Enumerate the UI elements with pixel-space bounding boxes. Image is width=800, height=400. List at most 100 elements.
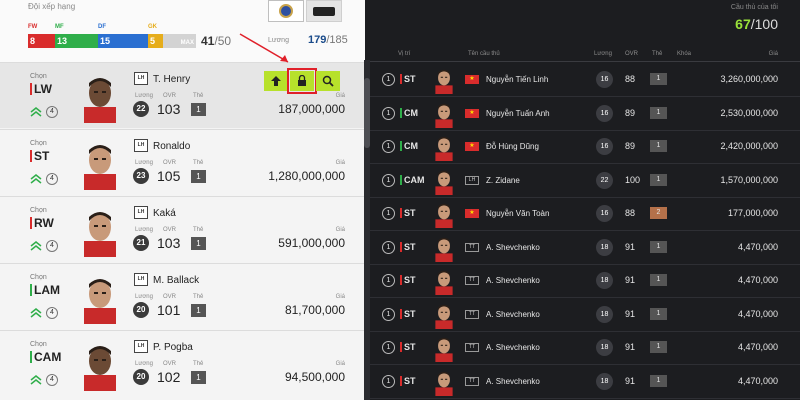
upgrade-level: 4 [46, 374, 58, 386]
table-row[interactable]: 1 CM ★ Nguyễn Tuấn Anh 16 89 1 2,530,000… [370, 97, 800, 131]
row-player-name: Nguyễn Tuấn Anh [486, 108, 550, 118]
position-bar: 8 13 15 5 MAX [28, 34, 196, 48]
player-photo [80, 138, 120, 190]
row-price: 3,260,000,000 [720, 74, 778, 84]
team-badges [268, 0, 342, 22]
row-player-name: A. Shevchenko [486, 276, 540, 285]
row-grade: 1 [650, 374, 667, 387]
row-position: ST [400, 342, 416, 352]
player-card[interactable]: Chọn LAM 4 LH M. Ballack Lương OVR Thẻ 2… [0, 263, 365, 329]
table-row[interactable]: 1 ST TT A. Shevchenko 18 91 1 4,470,000 [370, 365, 800, 399]
vietnam-flag-icon: ★ [465, 108, 479, 118]
player-grade: 1 [191, 304, 206, 317]
season-badge: TT [465, 242, 479, 252]
table-row[interactable]: 1 ST TT A. Shevchenko 18 91 1 4,470,000 [370, 331, 800, 365]
player-card[interactable]: Chọn ST 4 LH Ronaldo Lương OVR Thẻ 23 10… [0, 129, 365, 195]
grade-label: Thẻ [193, 160, 204, 166]
salary-value: 179/185 [308, 34, 348, 46]
search-button[interactable] [316, 71, 340, 91]
row-level: 1 [382, 307, 395, 321]
player-salary: 23 [133, 168, 149, 184]
player-card[interactable]: Chọn RW 4 LH Kaká Lương OVR Thẻ 21 103 1… [0, 196, 365, 262]
row-level: 1 [382, 73, 395, 86]
rank-chevron-icon [30, 107, 42, 117]
row-ovr: 100 [625, 174, 641, 185]
row-grade: 1 [650, 140, 667, 152]
col-grade[interactable]: Thẻ [652, 51, 662, 57]
col-lock[interactable]: Khóa [677, 51, 691, 57]
player-name: P. Pogba [153, 342, 193, 353]
grade-label: Thẻ [193, 93, 204, 99]
table-row[interactable]: 1 ST ★ Nguyễn Văn Toàn 16 88 2 177,000,0… [370, 197, 800, 231]
table-row[interactable]: 1 ST TT A. Shevchenko 18 91 1 4,470,000 [370, 231, 800, 265]
grade-label: Thẻ [193, 294, 204, 300]
col-position[interactable]: Vị trí [398, 51, 410, 57]
player-photo [432, 267, 456, 295]
player-grade: 1 [191, 103, 206, 116]
row-position: CM [400, 107, 418, 118]
upgrade-level: 4 [46, 106, 58, 118]
lock-button[interactable] [287, 68, 317, 94]
table-row[interactable]: 1 ST TT A. Shevchenko 18 91 1 4,470,000 [370, 298, 800, 332]
row-ovr: 91 [625, 275, 636, 285]
club-crest-icon [279, 4, 293, 18]
row-grade: 1 [650, 240, 667, 253]
row-price: 1,570,000,000 [720, 174, 778, 185]
team-logo-icon [313, 6, 335, 16]
player-photo [432, 234, 456, 262]
table-row[interactable]: 1 CAM LH Z. Zidane 22 100 1 1,570,000,00… [370, 164, 800, 198]
player-card[interactable]: Chọn CAM 4 LH P. Pogba Lương OVR Thẻ 20 … [0, 330, 365, 396]
price-label: Giá [335, 294, 345, 300]
col-ovr[interactable]: OVR [625, 51, 638, 57]
row-player-name: Nguyễn Tiến Linh [486, 75, 549, 84]
pos-label-fw: FW [28, 24, 38, 30]
col-salary[interactable]: Lương [594, 51, 612, 57]
player-name: Kaká [153, 208, 176, 219]
row-price: 177,000,000 [727, 208, 778, 218]
row-player-name: Z. Zidane [486, 175, 520, 185]
season-badge: TT [465, 309, 479, 319]
player-price: 187,000,000 [278, 102, 345, 116]
row-position: CAM [400, 174, 425, 185]
row-grade: 1 [650, 274, 667, 286]
table-row[interactable]: 1 ST TT A. Shevchenko 18 91 1 4,470,000 [370, 264, 800, 298]
player-name: M. Ballack [153, 275, 200, 286]
season-badge: LH [134, 340, 148, 353]
ovr-label: OVR [163, 294, 177, 300]
search-icon [322, 75, 334, 87]
row-price: 4,470,000 [737, 342, 778, 352]
table-row[interactable]: 1 CM ★ Đỗ Hùng Dũng 16 89 1 2,420,000,00… [370, 130, 800, 164]
row-ovr: 88 [625, 208, 636, 218]
row-ovr: 89 [625, 141, 636, 151]
price-label: Giá [335, 361, 345, 367]
row-position: ST [400, 74, 416, 84]
row-ovr: 88 [625, 74, 636, 84]
row-player-name: A. Shevchenko [486, 242, 540, 252]
player-card[interactable]: Chọn LW 4 LH T. Henry Lương OVR Thẻ 22 1… [0, 62, 365, 128]
table-row[interactable]: 1 ST ★ Nguyễn Tiến Linh 16 88 1 3,260,00… [370, 63, 800, 97]
player-grade: 1 [191, 170, 206, 183]
pick-label: Chọn [30, 274, 47, 281]
row-salary: 18 [596, 339, 613, 356]
player-photo [432, 100, 456, 128]
col-price[interactable]: Giá [769, 51, 778, 57]
player-grade: 1 [191, 371, 206, 384]
col-name[interactable]: Tên cầu thủ [468, 51, 500, 57]
row-salary: 18 [596, 272, 613, 289]
season-badge: LH [465, 175, 479, 185]
row-position: ST [400, 275, 416, 285]
alt-team-tab[interactable] [306, 0, 342, 22]
price-label: Giá [335, 227, 345, 233]
upgrade-level: 4 [46, 240, 58, 252]
row-grade: 1 [650, 73, 667, 85]
upgrade-button[interactable] [264, 71, 288, 91]
grade-label: Thẻ [193, 361, 204, 367]
player-salary: 20 [133, 369, 149, 385]
row-player-name: Đỗ Hùng Dũng [486, 142, 539, 151]
pick-label: Chọn [30, 73, 47, 80]
ovr-label: OVR [163, 361, 177, 367]
club-crest-tab[interactable] [268, 0, 304, 22]
rank-chevron-icon [30, 174, 42, 184]
row-salary: 16 [596, 205, 613, 222]
mf-count: 13 [55, 34, 98, 48]
